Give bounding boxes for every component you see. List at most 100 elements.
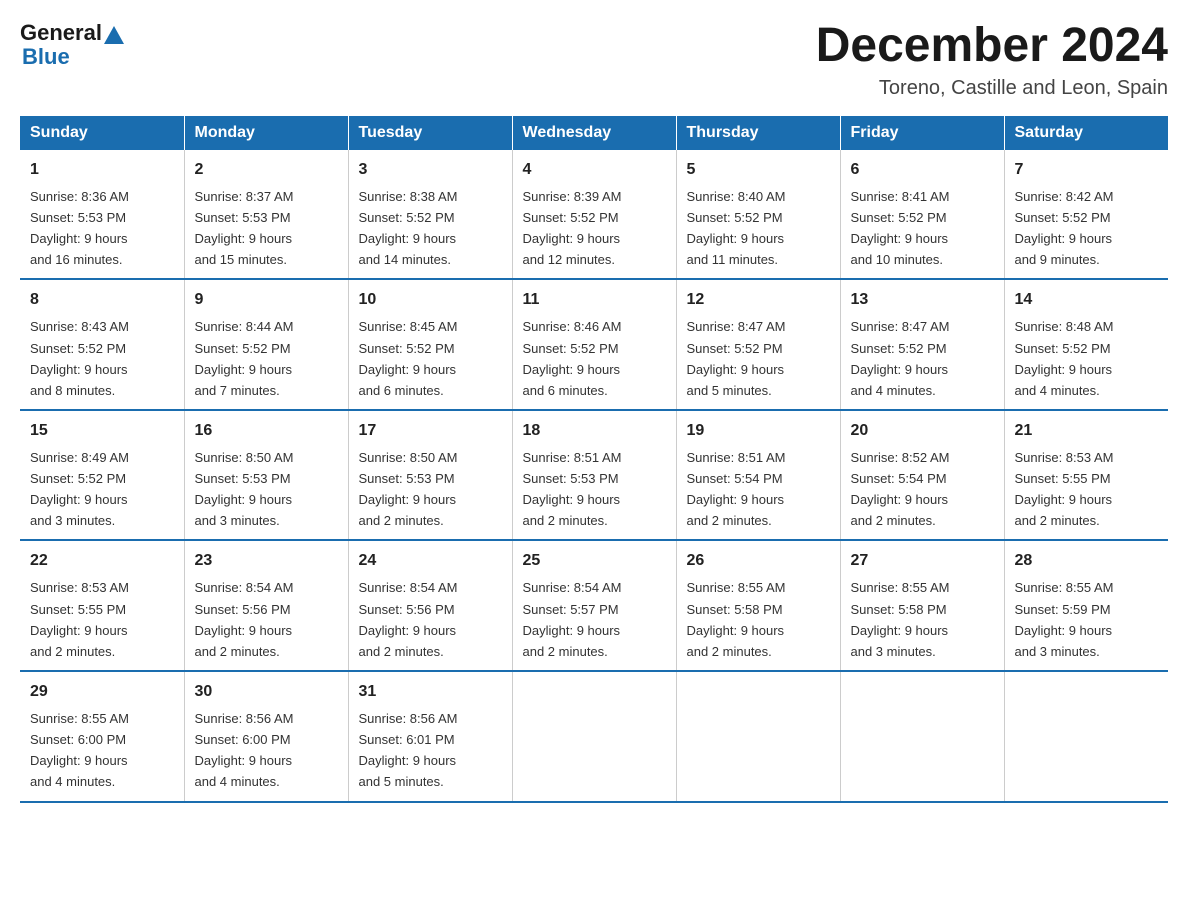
- day-number: 19: [687, 419, 830, 443]
- calendar-cell: [512, 671, 676, 802]
- day-number: 27: [851, 549, 994, 573]
- day-info: Sunrise: 8:42 AMSunset: 5:52 PMDaylight:…: [1015, 189, 1114, 267]
- day-info: Sunrise: 8:37 AMSunset: 5:53 PMDaylight:…: [195, 189, 294, 267]
- calendar-week-row: 1 Sunrise: 8:36 AMSunset: 5:53 PMDayligh…: [20, 150, 1168, 280]
- calendar-cell: 16 Sunrise: 8:50 AMSunset: 5:53 PMDaylig…: [184, 410, 348, 541]
- calendar-cell: 20 Sunrise: 8:52 AMSunset: 5:54 PMDaylig…: [840, 410, 1004, 541]
- day-info: Sunrise: 8:55 AMSunset: 5:58 PMDaylight:…: [851, 580, 950, 658]
- header-thursday: Thursday: [676, 116, 840, 150]
- calendar-title: December 2024: [816, 20, 1168, 73]
- day-number: 10: [359, 288, 502, 312]
- day-info: Sunrise: 8:54 AMSunset: 5:56 PMDaylight:…: [195, 580, 294, 658]
- day-number: 28: [1015, 549, 1159, 573]
- calendar-cell: 10 Sunrise: 8:45 AMSunset: 5:52 PMDaylig…: [348, 279, 512, 410]
- header-sunday: Sunday: [20, 116, 184, 150]
- day-info: Sunrise: 8:52 AMSunset: 5:54 PMDaylight:…: [851, 450, 950, 528]
- day-number: 18: [523, 419, 666, 443]
- day-number: 9: [195, 288, 338, 312]
- day-number: 16: [195, 419, 338, 443]
- calendar-subtitle: Toreno, Castille and Leon, Spain: [816, 77, 1168, 100]
- calendar-cell: 2 Sunrise: 8:37 AMSunset: 5:53 PMDayligh…: [184, 150, 348, 280]
- logo-general-text: General: [20, 20, 102, 46]
- calendar-cell: 21 Sunrise: 8:53 AMSunset: 5:55 PMDaylig…: [1004, 410, 1168, 541]
- day-number: 7: [1015, 158, 1159, 182]
- day-info: Sunrise: 8:39 AMSunset: 5:52 PMDaylight:…: [523, 189, 622, 267]
- logo-blue-text: Blue: [22, 44, 70, 70]
- day-number: 1: [30, 158, 174, 182]
- day-info: Sunrise: 8:54 AMSunset: 5:57 PMDaylight:…: [523, 580, 622, 658]
- day-number: 4: [523, 158, 666, 182]
- header-saturday: Saturday: [1004, 116, 1168, 150]
- logo-triangle-icon: [104, 26, 124, 44]
- calendar-table: Sunday Monday Tuesday Wednesday Thursday…: [20, 116, 1168, 803]
- calendar-cell: 15 Sunrise: 8:49 AMSunset: 5:52 PMDaylig…: [20, 410, 184, 541]
- day-number: 20: [851, 419, 994, 443]
- calendar-cell: 13 Sunrise: 8:47 AMSunset: 5:52 PMDaylig…: [840, 279, 1004, 410]
- calendar-cell: 17 Sunrise: 8:50 AMSunset: 5:53 PMDaylig…: [348, 410, 512, 541]
- header-tuesday: Tuesday: [348, 116, 512, 150]
- calendar-cell: 27 Sunrise: 8:55 AMSunset: 5:58 PMDaylig…: [840, 540, 1004, 671]
- day-number: 30: [195, 680, 338, 704]
- calendar-cell: [676, 671, 840, 802]
- calendar-cell: [1004, 671, 1168, 802]
- calendar-week-row: 22 Sunrise: 8:53 AMSunset: 5:55 PMDaylig…: [20, 540, 1168, 671]
- calendar-cell: 24 Sunrise: 8:54 AMSunset: 5:56 PMDaylig…: [348, 540, 512, 671]
- calendar-week-row: 15 Sunrise: 8:49 AMSunset: 5:52 PMDaylig…: [20, 410, 1168, 541]
- day-info: Sunrise: 8:55 AMSunset: 5:58 PMDaylight:…: [687, 580, 786, 658]
- day-info: Sunrise: 8:46 AMSunset: 5:52 PMDaylight:…: [523, 319, 622, 397]
- day-info: Sunrise: 8:51 AMSunset: 5:54 PMDaylight:…: [687, 450, 786, 528]
- header: General Blue December 2024 Toreno, Casti…: [20, 20, 1168, 100]
- day-info: Sunrise: 8:50 AMSunset: 5:53 PMDaylight:…: [195, 450, 294, 528]
- logo: General Blue: [20, 20, 124, 70]
- calendar-cell: 9 Sunrise: 8:44 AMSunset: 5:52 PMDayligh…: [184, 279, 348, 410]
- day-info: Sunrise: 8:40 AMSunset: 5:52 PMDaylight:…: [687, 189, 786, 267]
- day-info: Sunrise: 8:51 AMSunset: 5:53 PMDaylight:…: [523, 450, 622, 528]
- calendar-cell: [840, 671, 1004, 802]
- day-info: Sunrise: 8:47 AMSunset: 5:52 PMDaylight:…: [851, 319, 950, 397]
- calendar-cell: 8 Sunrise: 8:43 AMSunset: 5:52 PMDayligh…: [20, 279, 184, 410]
- calendar-cell: 30 Sunrise: 8:56 AMSunset: 6:00 PMDaylig…: [184, 671, 348, 802]
- calendar-cell: 26 Sunrise: 8:55 AMSunset: 5:58 PMDaylig…: [676, 540, 840, 671]
- day-info: Sunrise: 8:47 AMSunset: 5:52 PMDaylight:…: [687, 319, 786, 397]
- calendar-week-row: 29 Sunrise: 8:55 AMSunset: 6:00 PMDaylig…: [20, 671, 1168, 802]
- day-number: 3: [359, 158, 502, 182]
- day-info: Sunrise: 8:54 AMSunset: 5:56 PMDaylight:…: [359, 580, 458, 658]
- calendar-cell: 12 Sunrise: 8:47 AMSunset: 5:52 PMDaylig…: [676, 279, 840, 410]
- calendar-cell: 3 Sunrise: 8:38 AMSunset: 5:52 PMDayligh…: [348, 150, 512, 280]
- day-number: 5: [687, 158, 830, 182]
- title-area: December 2024 Toreno, Castille and Leon,…: [816, 20, 1168, 100]
- day-number: 23: [195, 549, 338, 573]
- calendar-cell: 18 Sunrise: 8:51 AMSunset: 5:53 PMDaylig…: [512, 410, 676, 541]
- calendar-cell: 1 Sunrise: 8:36 AMSunset: 5:53 PMDayligh…: [20, 150, 184, 280]
- day-number: 15: [30, 419, 174, 443]
- header-wednesday: Wednesday: [512, 116, 676, 150]
- day-number: 22: [30, 549, 174, 573]
- day-number: 6: [851, 158, 994, 182]
- calendar-cell: 22 Sunrise: 8:53 AMSunset: 5:55 PMDaylig…: [20, 540, 184, 671]
- calendar-cell: 25 Sunrise: 8:54 AMSunset: 5:57 PMDaylig…: [512, 540, 676, 671]
- day-number: 8: [30, 288, 174, 312]
- calendar-cell: 6 Sunrise: 8:41 AMSunset: 5:52 PMDayligh…: [840, 150, 1004, 280]
- day-info: Sunrise: 8:56 AMSunset: 6:01 PMDaylight:…: [359, 711, 458, 789]
- day-info: Sunrise: 8:55 AMSunset: 6:00 PMDaylight:…: [30, 711, 129, 789]
- day-info: Sunrise: 8:41 AMSunset: 5:52 PMDaylight:…: [851, 189, 950, 267]
- calendar-cell: 4 Sunrise: 8:39 AMSunset: 5:52 PMDayligh…: [512, 150, 676, 280]
- calendar-cell: 19 Sunrise: 8:51 AMSunset: 5:54 PMDaylig…: [676, 410, 840, 541]
- day-number: 21: [1015, 419, 1159, 443]
- day-info: Sunrise: 8:36 AMSunset: 5:53 PMDaylight:…: [30, 189, 129, 267]
- calendar-cell: 5 Sunrise: 8:40 AMSunset: 5:52 PMDayligh…: [676, 150, 840, 280]
- day-number: 13: [851, 288, 994, 312]
- day-number: 2: [195, 158, 338, 182]
- day-info: Sunrise: 8:55 AMSunset: 5:59 PMDaylight:…: [1015, 580, 1114, 658]
- day-info: Sunrise: 8:53 AMSunset: 5:55 PMDaylight:…: [30, 580, 129, 658]
- day-info: Sunrise: 8:44 AMSunset: 5:52 PMDaylight:…: [195, 319, 294, 397]
- calendar-cell: 23 Sunrise: 8:54 AMSunset: 5:56 PMDaylig…: [184, 540, 348, 671]
- day-number: 29: [30, 680, 174, 704]
- day-info: Sunrise: 8:48 AMSunset: 5:52 PMDaylight:…: [1015, 319, 1114, 397]
- day-number: 14: [1015, 288, 1159, 312]
- calendar-cell: 28 Sunrise: 8:55 AMSunset: 5:59 PMDaylig…: [1004, 540, 1168, 671]
- calendar-cell: 14 Sunrise: 8:48 AMSunset: 5:52 PMDaylig…: [1004, 279, 1168, 410]
- calendar-cell: 29 Sunrise: 8:55 AMSunset: 6:00 PMDaylig…: [20, 671, 184, 802]
- day-info: Sunrise: 8:53 AMSunset: 5:55 PMDaylight:…: [1015, 450, 1114, 528]
- day-number: 25: [523, 549, 666, 573]
